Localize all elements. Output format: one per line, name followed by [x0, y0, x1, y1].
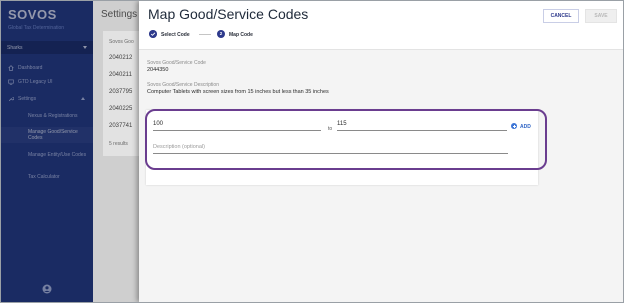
cancel-button[interactable]: CANCEL — [543, 9, 579, 23]
sidebar-overlay — [1, 1, 93, 302]
step-label: Map Code — [229, 31, 253, 38]
step-number-badge: 2 — [217, 30, 225, 38]
code-value: 2044350 — [147, 67, 169, 73]
dialog-header: Map Good/Service Codes CANCEL SAVE Selec… — [139, 1, 623, 50]
table-row[interactable]: 2037741 — [109, 123, 132, 129]
description-value: Computer Tablets with screen sizes from … — [147, 89, 329, 95]
table-row[interactable]: 2040211 — [109, 72, 132, 78]
sidebar: SOVOS Global Tax Determination Sharks Da… — [1, 1, 93, 302]
code-label: Sovos Good/Service Code — [147, 60, 206, 66]
highlight-outline — [145, 109, 547, 170]
table-row[interactable]: 2040225 — [109, 106, 132, 112]
step-label: Select Code — [161, 31, 190, 38]
save-button[interactable]: SAVE — [585, 9, 617, 23]
description-label: Sovos Good/Service Description — [147, 82, 219, 88]
dialog-title: Map Good/Service Codes — [148, 6, 309, 22]
table-row[interactable]: 2037795 — [109, 89, 132, 95]
app-window: SOVOS Global Tax Determination Sharks Da… — [0, 0, 624, 303]
results-count: 5 results — [109, 141, 128, 147]
step-number: 2 — [219, 31, 223, 36]
check-circle-icon — [149, 30, 157, 38]
column-header: Sovos Goo — [109, 39, 134, 45]
stepper-connector — [199, 34, 211, 35]
table-row[interactable]: 2040212 — [109, 55, 132, 61]
page-title: Settings — [101, 9, 138, 20]
map-codes-dialog: Map Good/Service Codes CANCEL SAVE Selec… — [139, 1, 623, 302]
